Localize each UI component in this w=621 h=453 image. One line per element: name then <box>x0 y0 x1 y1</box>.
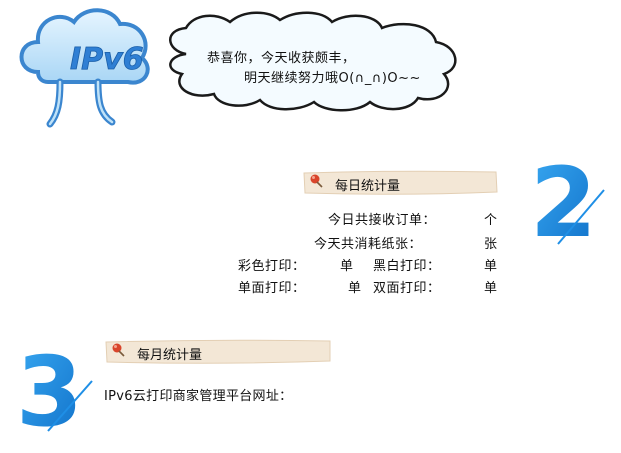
double-side-unit: 单 <box>484 281 498 296</box>
section-number-3: 3 <box>14 336 94 448</box>
daily-stats-banner: 每日统计量 <box>302 170 498 196</box>
paper-used-unit: 张 <box>484 237 498 252</box>
pushpin-icon <box>110 342 126 358</box>
bw-print-unit: 单 <box>484 259 498 274</box>
section-number-2-text: 2 <box>530 156 597 246</box>
single-side-label: 单面打印： <box>238 281 306 296</box>
pushpin-icon <box>308 173 324 189</box>
double-side-label: 双面打印： <box>373 281 441 296</box>
section-number-2: 2 <box>528 147 606 259</box>
total-orders-unit: 个 <box>484 213 498 228</box>
color-print-unit: 单 <box>340 259 354 274</box>
monthly-stats-banner: 每月统计量 <box>104 339 332 365</box>
platform-url-label: IPv6云打印商家管理平台网址： <box>104 389 293 404</box>
paper-used-label: 今天共消耗纸张： <box>314 237 423 252</box>
single-side-unit: 单 <box>348 281 362 296</box>
daily-stats-title: 每日统计量 <box>335 179 401 194</box>
bubble-text-line1: 恭喜你，今天收获颇丰， <box>207 51 356 66</box>
ipv6-cloud-logo: IPv6 <box>8 2 158 134</box>
total-orders-label: 今日共接收订单： <box>328 213 437 228</box>
color-print-label: 彩色打印： <box>238 259 306 274</box>
monthly-stats-title: 每月统计量 <box>137 348 203 363</box>
section-number-3-text: 3 <box>16 341 83 433</box>
bubble-text-line2: 明天继续努力哦O(∩_∩)O~~ <box>244 71 421 86</box>
bw-print-label: 黑白打印： <box>373 259 441 274</box>
logo-text: IPv6 <box>70 42 144 77</box>
